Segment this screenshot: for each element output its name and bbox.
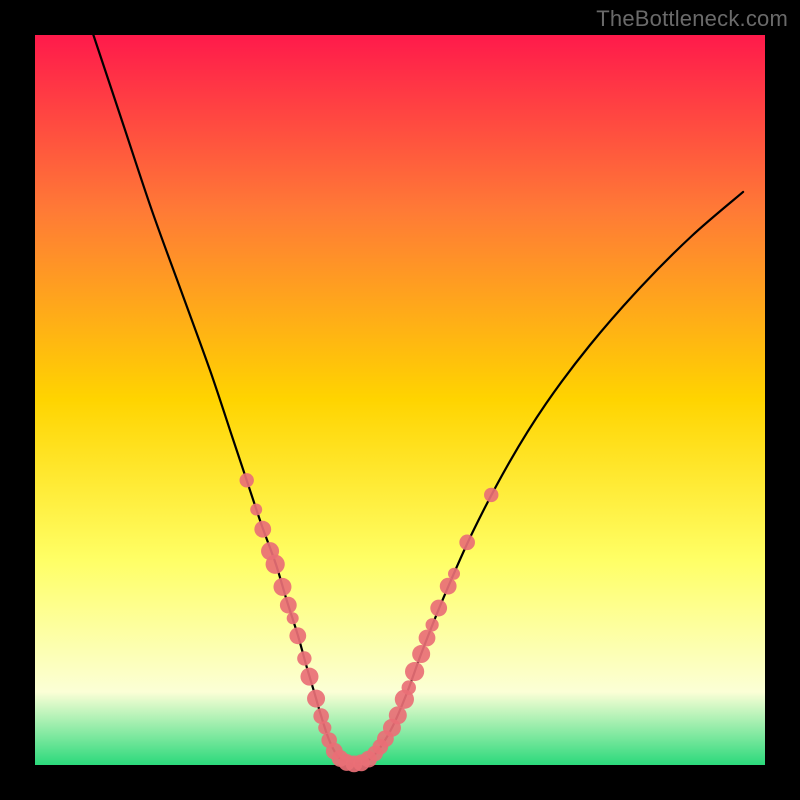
- marker-dot: [430, 600, 447, 617]
- marker-dot: [240, 473, 254, 487]
- marker-dot: [254, 521, 271, 538]
- marker-dot: [405, 662, 424, 681]
- marker-dot: [419, 630, 436, 647]
- marker-dot: [297, 651, 311, 665]
- bottleneck-chart: [0, 0, 800, 800]
- marker-dot: [250, 504, 262, 516]
- marker-dot: [289, 627, 306, 644]
- marker-dot: [287, 612, 299, 624]
- marker-dot: [266, 555, 285, 574]
- gradient-background: [35, 35, 765, 765]
- marker-dot: [440, 578, 457, 595]
- marker-dot: [426, 618, 439, 631]
- marker-dot: [448, 568, 460, 580]
- marker-dot: [280, 597, 297, 614]
- marker-dot: [389, 706, 407, 724]
- marker-dot: [459, 535, 475, 551]
- outer-frame: TheBottleneck.com: [0, 0, 800, 800]
- marker-dot: [273, 578, 291, 596]
- marker-dot: [307, 690, 325, 708]
- marker-dot: [484, 488, 498, 502]
- marker-dot: [300, 668, 318, 686]
- marker-dot: [412, 645, 430, 663]
- marker-dot: [402, 680, 416, 694]
